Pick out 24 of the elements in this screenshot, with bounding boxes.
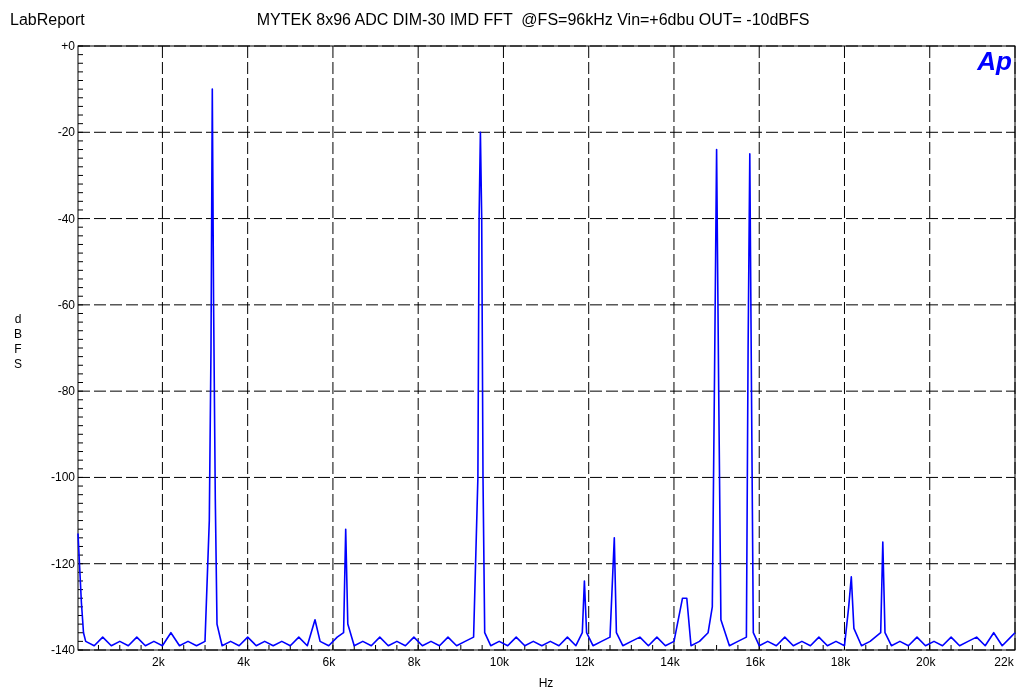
logo: Ap: [977, 46, 1012, 76]
y-tick-label: -60: [57, 297, 75, 312]
x-tick-label: 8k: [407, 655, 421, 669]
x-axis-label: Hz: [538, 676, 554, 690]
x-tick-label: 16k: [745, 655, 765, 669]
chart-title: MYTEK 8x96 ADC DIM-30 IMD FFT @FS=96kHz Vin=+6dbu OUT= -10dBFS: [256, 10, 810, 30]
x-tick-label: 14k: [660, 655, 680, 669]
y-tick-label: -120: [50, 556, 75, 571]
y-tick-label: -80: [57, 384, 75, 399]
y-tick-label: -20: [57, 125, 75, 140]
x-tick-label: 18k: [830, 655, 851, 669]
x-tick-label: 10k: [489, 655, 510, 669]
app-name: LabReport: [10, 10, 85, 30]
y-tick-label: -140: [50, 643, 75, 657]
x-tick-label: 22k: [994, 655, 1014, 669]
y-tick-label: -100: [50, 470, 75, 485]
x-tick-label: 20k: [916, 655, 936, 669]
x-tick-label: 6k: [322, 655, 336, 669]
y-tick-label: -40: [57, 211, 75, 226]
y-tick-label: +0: [61, 40, 75, 53]
x-tick-label: 12k: [575, 655, 595, 669]
y-axis-label: dBFS: [14, 312, 22, 371]
x-tick-label: 2k: [152, 655, 165, 669]
x-tick-label: 4k: [237, 655, 250, 669]
